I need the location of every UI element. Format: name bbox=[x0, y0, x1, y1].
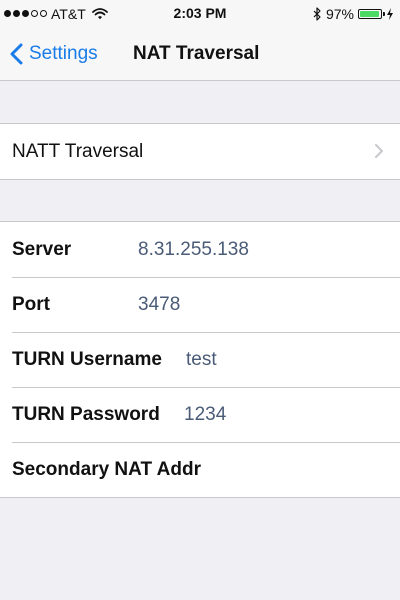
back-button-label: Settings bbox=[29, 42, 98, 64]
server-settings-group: Server 8.31.255.138 Port 3478 TURN Usern… bbox=[0, 221, 400, 498]
battery-icon bbox=[358, 8, 385, 19]
turn-password-row[interactable]: TURN Password 1234 bbox=[0, 387, 400, 442]
page-title: NAT Traversal bbox=[133, 43, 260, 64]
status-bar-right: 97% bbox=[313, 0, 394, 27]
natt-traversal-row[interactable]: NATT Traversal bbox=[0, 124, 400, 179]
turn-username-field[interactable]: test bbox=[186, 349, 217, 371]
secondary-nat-addr-label: Secondary NAT Addr bbox=[12, 458, 201, 480]
server-field[interactable]: 8.31.255.138 bbox=[138, 239, 249, 261]
battery-level-fill bbox=[360, 10, 380, 17]
turn-username-label: TURN Username bbox=[12, 348, 162, 370]
natt-group: NATT Traversal bbox=[0, 123, 400, 180]
status-bar: AT&T 2:03 PM 97% bbox=[0, 0, 400, 27]
bluetooth-icon bbox=[313, 6, 321, 21]
chevron-right-icon bbox=[375, 144, 383, 158]
server-label: Server bbox=[12, 238, 72, 260]
turn-username-row[interactable]: TURN Username test bbox=[0, 332, 400, 387]
turn-password-field[interactable]: 1234 bbox=[184, 404, 226, 426]
secondary-nat-addr-row[interactable]: Secondary NAT Addr bbox=[0, 442, 400, 497]
server-row[interactable]: Server 8.31.255.138 bbox=[0, 222, 400, 277]
turn-password-label: TURN Password bbox=[12, 403, 160, 425]
port-field[interactable]: 3478 bbox=[138, 294, 180, 316]
port-row[interactable]: Port 3478 bbox=[0, 277, 400, 332]
back-button[interactable]: Settings bbox=[10, 27, 98, 80]
battery-percent: 97% bbox=[325, 5, 354, 22]
port-label: Port bbox=[12, 293, 50, 315]
back-chevron-icon bbox=[10, 43, 23, 64]
natt-traversal-label: NATT Traversal bbox=[12, 140, 144, 162]
charging-bolt-icon bbox=[387, 7, 393, 20]
battery-cap bbox=[383, 11, 385, 16]
navigation-bar: Settings NAT Traversal bbox=[0, 27, 400, 81]
